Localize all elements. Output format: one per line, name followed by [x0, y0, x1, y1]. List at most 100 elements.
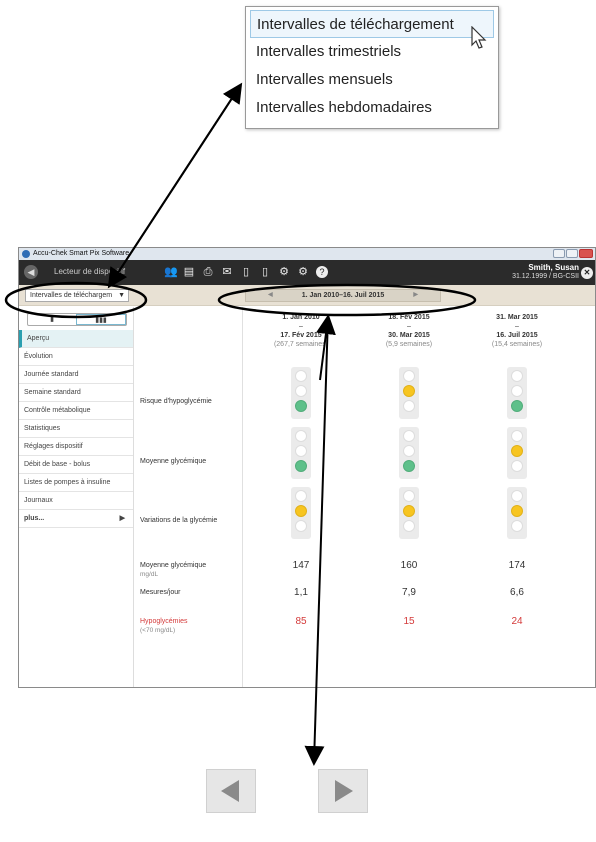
variations-traffic-light [507, 487, 527, 539]
interval-weeks: (267,7 semaines) [273, 341, 329, 348]
traffic-light-dot [403, 505, 415, 517]
interval-dash: – [515, 323, 519, 330]
pdf-export-icon[interactable]: ▯ [259, 266, 271, 278]
manual-illustration: Intervalles de téléchargement Intervalle… [0, 0, 596, 842]
maximize-button[interactable] [566, 249, 578, 258]
sidebar-item-standard-day[interactable]: Journée standard [19, 366, 133, 384]
sidebar-item-device-settings[interactable]: Réglages dispositif [19, 438, 133, 456]
interval-select-value: Intervalles de téléchargem [30, 292, 113, 299]
traffic-light-dot [295, 430, 307, 442]
hypos-unit: (<70 mg/dL) [140, 627, 176, 634]
save-icon[interactable]: ▤ [183, 266, 195, 278]
traffic-light-dot [403, 490, 415, 502]
mean-glucose-value: 147 [292, 560, 310, 571]
app-title: Accu-Chek Smart Pix Software [33, 250, 130, 257]
hypoglycemia-count: 15 [403, 616, 415, 627]
mouse-cursor-icon [471, 26, 487, 49]
settings-icon[interactable]: ⚙ [278, 266, 290, 278]
previous-button[interactable] [206, 769, 256, 813]
sidebar-item-standard-week[interactable]: Semaine standard [19, 384, 133, 402]
print-icon[interactable]: ⎙ [202, 266, 214, 278]
user-info: Smith, Susan 31.12.1999 / BG-CSII [512, 263, 579, 281]
interval-start: 1. Jan 2010 [282, 314, 320, 321]
interval-column: 18. Fév 2015–30. Mar 2015 (5,9 semaines) 1… [369, 307, 449, 687]
variations-traffic-light [291, 487, 311, 539]
interval-weeks: (15,4 semaines) [491, 341, 543, 348]
interval-header: 18. Fév 2015 – 30. Mar 2015 (5,9 semaines) [369, 313, 449, 349]
interval-select[interactable]: Intervalles de téléchargem ▼ [25, 289, 129, 302]
mean-value-unit: mg/dL [140, 571, 159, 578]
mail-icon[interactable]: ✉ [221, 266, 233, 278]
menu-item-download-intervals[interactable]: Intervalles de téléchargement [250, 10, 494, 38]
close-icon[interactable]: ✕ [581, 267, 593, 279]
hypoglycemia-count: 24 [511, 616, 523, 627]
label-mean-glucose: Moyenne glycémique [140, 458, 207, 465]
menu-item-quarterly-intervals[interactable]: Intervalles trimestriels [250, 38, 494, 66]
interval-header: 1. Jan 2010 – 17. Fév 2015 (267,7 semaines) [261, 313, 341, 349]
menu-item-weekly-intervals[interactable]: Intervalles hebdomadaires [250, 94, 494, 122]
device-settings-icon[interactable]: ⚙ [297, 266, 309, 278]
interval-header: 31. Mar 2015 – 16. Juil 2015 (15,4 semaines… [477, 313, 557, 349]
sidebar-item-apercu[interactable]: Aperçu [19, 330, 133, 348]
traffic-light-dot [295, 400, 307, 412]
measures-per-day-value: 6,6 [510, 587, 524, 598]
traffic-light-dot [511, 430, 523, 442]
user-name: Smith, Susan [528, 263, 579, 272]
back-icon[interactable]: ◀ [24, 265, 38, 279]
sidebar-item-pump-lists[interactable]: Listes de pompes à insuline [19, 474, 133, 492]
traffic-light-dot [511, 370, 523, 382]
traffic-light-dot [403, 370, 415, 382]
user-details: 31.12.1999 / BG-CSII [512, 273, 579, 280]
next-button[interactable] [318, 769, 368, 813]
window-titlebar: Accu-Chek Smart Pix Software [19, 248, 595, 260]
interval-start: 31. Mar 2015 [496, 314, 538, 321]
measures-per-day-value: 7,9 [402, 587, 416, 598]
sidebar-item-journals[interactable]: Journaux [19, 492, 133, 510]
sidebar-item-more[interactable]: plus... ▶ [19, 510, 133, 528]
interval-dropdown-menu: Intervalles de téléchargement Intervalle… [245, 6, 499, 129]
traffic-light-dot [403, 385, 415, 397]
single-column-view-icon[interactable]: ▮ [28, 314, 76, 325]
interval-weeks: (5,9 semaines) [385, 341, 433, 348]
sidebar-item-metabolic-control[interactable]: Contrôle métabolique [19, 402, 133, 420]
traffic-light-dot [295, 505, 307, 517]
traffic-light-dot [295, 520, 307, 532]
users-icon[interactable]: 👥 [164, 266, 178, 278]
app-window: Accu-Chek Smart Pix Software ◀ Lecteur d… [18, 247, 596, 688]
minimize-button[interactable] [553, 249, 565, 258]
mean-glucose-traffic-light [291, 427, 311, 479]
interval-end: 30. Mar 2015 [388, 332, 430, 339]
traffic-light-dot [511, 445, 523, 457]
sidebar-more-label: plus... [24, 515, 45, 522]
menu-item-monthly-intervals[interactable]: Intervalles mensuels [250, 66, 494, 94]
multi-column-view-icon[interactable]: ▮▮▮ [76, 314, 126, 325]
chevron-right-icon: ▶ [119, 515, 125, 522]
mean-value-label: Moyenne glycémique [140, 562, 207, 569]
sidebar-item-statistics[interactable]: Statistiques [19, 420, 133, 438]
toolbar-title: Lecteur de dispositif [54, 267, 126, 276]
mean-glucose-value: 174 [508, 560, 526, 571]
label-measures: Mesures/jour [140, 589, 181, 596]
traffic-light-dot [295, 385, 307, 397]
label-hypo-risk: Risque d'hypoglycémie [140, 398, 212, 405]
window-close-button[interactable] [579, 249, 593, 258]
sidebar-item-basal-bolus[interactable]: Débit de base - bolus [19, 456, 133, 474]
app-logo-icon [22, 250, 30, 258]
range-prev-button[interactable]: ◀ [268, 290, 273, 301]
interval-dash: – [299, 323, 303, 330]
view-toggle: ▮ ▮▮▮ [27, 313, 127, 326]
sidebar-item-evolution[interactable]: Évolution [19, 348, 133, 366]
range-next-button[interactable]: ▶ [413, 290, 418, 301]
pdf-icon[interactable]: ▯ [240, 266, 252, 278]
next-arrow-icon [335, 780, 353, 802]
help-icon[interactable]: ? [316, 266, 328, 278]
chevron-down-icon: ▼ [118, 292, 125, 299]
variations-traffic-light [399, 487, 419, 539]
date-range-label: 1. Jan 2010–16. Juil 2015 [301, 292, 385, 299]
interval-start: 18. Fév 2015 [388, 314, 430, 321]
interval-column: 1. Jan 2010 – 17. Fév 2015 (267,7 semaines)… [261, 307, 341, 687]
traffic-light-dot [403, 520, 415, 532]
label-mean-value: Moyenne glycémique mg/dL [140, 561, 206, 579]
traffic-light-dot [511, 505, 523, 517]
mean-glucose-traffic-light [399, 427, 419, 479]
